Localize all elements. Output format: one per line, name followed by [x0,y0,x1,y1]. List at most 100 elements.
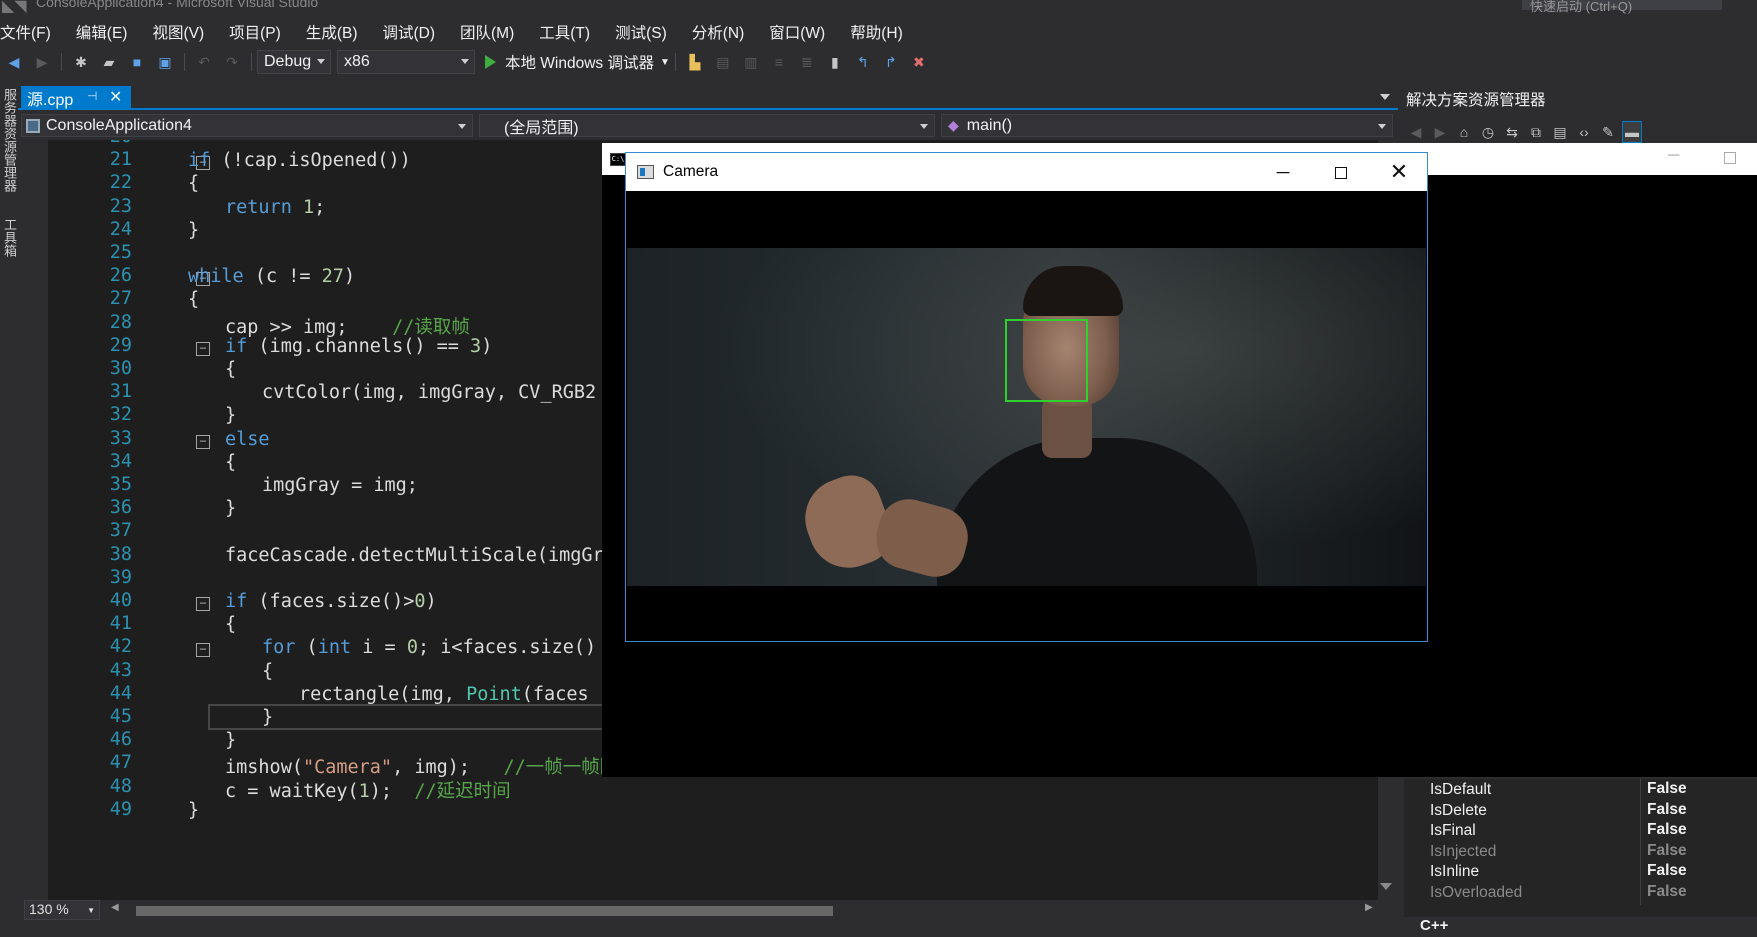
property-row[interactable]: IsOverloaded False [1404,882,1757,905]
save-icon[interactable]: ■ [126,51,148,73]
line-number: 42 [109,636,132,658]
show-all-files-icon[interactable]: ▤ [1550,121,1570,143]
title-bar: ◣◥ ConsoleApplication4 - Microsoft Visua… [0,0,1757,14]
menu-file[interactable]: 文件(F) [0,21,63,43]
menu-debug[interactable]: 调试(D) [369,21,447,43]
collapse-icon[interactable]: − [196,341,210,356]
maximize-icon[interactable] [1724,152,1736,164]
undo-icon[interactable]: ↶ [193,51,215,73]
toolbar-separator [674,53,676,71]
menu-project[interactable]: 项目(P) [216,21,293,43]
camera-video-frame [627,248,1426,586]
property-row[interactable]: IsFinal False [1404,820,1757,844]
property-value: False [1647,841,1687,859]
chevron-down-icon [457,124,466,129]
project-dropdown[interactable]: ConsoleApplication4 [21,114,473,137]
face-detection-rectangle [1005,319,1088,402]
sync-icon[interactable]: ⇆ [1502,121,1522,143]
menu-tools[interactable]: 工具(T) [526,21,602,43]
menu-analyze[interactable]: 分析(N) [679,21,757,43]
menu-test[interactable]: 测试(S) [602,21,679,43]
line-number: 46 [109,729,132,751]
menu-view[interactable]: 视图(V) [139,21,216,43]
collapse-all-icon[interactable]: ⧉ [1526,121,1546,143]
menu-build[interactable]: 生成(B) [293,21,370,43]
solution-platform-dropdown[interactable]: x86 [337,50,475,74]
previous-bookmark-icon[interactable]: ↰ [852,51,874,73]
forward-icon[interactable]: ▶ [1430,121,1450,143]
scope-dropdown[interactable]: (全局范围) [478,114,936,137]
line-number: 31 [109,381,132,403]
minimize-button[interactable]: ─ [1268,159,1298,185]
window-app-icon [637,165,654,179]
column-divider [1640,820,1641,844]
maximize-button[interactable] [1326,159,1356,185]
back-icon[interactable]: ◀ [1406,121,1426,143]
scroll-down-icon[interactable] [1380,883,1392,890]
tab-source-cpp[interactable]: 源.cpp ⊣ ✕ [21,86,131,110]
properties-icon[interactable]: ✎ [1598,121,1618,143]
member-dropdown[interactable]: ◆ main() [941,114,1393,137]
code-line[interactable]: 49} [48,799,1378,825]
tab-overflow-icon[interactable] [1380,94,1390,100]
property-value: False [1647,883,1687,900]
chevron-down-icon[interactable]: ▼ [660,57,670,68]
uncomment-icon[interactable]: ▥ [740,51,762,73]
forward-icon[interactable]: ▶ [31,51,53,73]
back-icon[interactable]: ◀ [3,51,25,73]
zoom-dropdown[interactable]: 130 % ▼ [24,900,100,920]
solution-configuration-dropdown[interactable]: Debug [257,50,331,74]
start-debugging-button[interactable]: 本地 Windows 调试器 ▼ [485,51,670,73]
comment-icon[interactable]: ▤ [712,51,734,73]
scrollbar-thumb[interactable] [136,906,833,916]
home-icon[interactable]: ⌂ [1454,121,1474,143]
document-tab-strip: 源.cpp ⊣ ✕ [18,86,1398,110]
property-row[interactable]: IsDefault False [1404,779,1757,802]
close-icon[interactable]: ✕ [109,87,122,107]
redo-icon[interactable]: ↷ [221,51,243,73]
new-project-icon[interactable]: ✱ [70,51,92,73]
menu-edit[interactable]: 编辑(E) [63,21,140,43]
code-text: { [225,451,237,473]
pin-icon[interactable]: ⊣ [87,89,97,103]
toolbox-tab[interactable]: 工具箱 [0,218,19,257]
save-all-icon[interactable]: ▣ [154,51,176,73]
menu-window[interactable]: 窗口(W) [756,21,837,43]
indent-icon[interactable]: ≣ [796,51,818,73]
outdent-icon[interactable]: ≡ [768,51,790,73]
window-title: ConsoleApplication4 - Microsoft Visual S… [36,0,319,10]
code-text: } [188,799,200,821]
property-row[interactable]: IsDelete False [1404,799,1757,823]
line-number: 29 [109,334,132,356]
bookmark-icon[interactable]: ▮ [824,51,846,73]
clear-bookmarks-icon[interactable]: ✖ [908,51,930,73]
quick-launch-input[interactable]: 快速启动 (Ctrl+Q) [1522,0,1722,14]
preview-icon[interactable]: ▬ [1622,121,1642,143]
platform-value: x86 [344,53,370,70]
minimize-icon[interactable]: ─ [1668,147,1679,165]
property-row[interactable]: IsInjected False [1404,840,1757,864]
find-in-files-icon[interactable]: ▙ [684,51,706,73]
next-bookmark-icon[interactable]: ↱ [880,51,902,73]
view-code-icon[interactable]: ‹› [1574,121,1594,143]
column-divider [1640,799,1641,823]
line-number: 43 [109,659,132,681]
menu-help[interactable]: 帮助(H) [837,21,915,43]
camera-window[interactable]: Camera ─ ✕ [625,152,1428,642]
collapse-icon[interactable]: − [196,643,210,658]
open-file-icon[interactable]: ▰ [98,51,120,73]
close-button[interactable]: ✕ [1384,159,1414,185]
collapse-icon[interactable]: − [196,597,210,611]
scroll-right-icon[interactable]: ▶ [1365,902,1373,913]
collapse-icon[interactable]: − [196,434,210,449]
line-number: 39 [109,566,132,588]
menu-team[interactable]: 团队(M) [447,21,526,43]
code-line[interactable]: 48 c = waitKey(1); //延迟时间 [48,776,1378,802]
scroll-left-icon[interactable]: ◀ [111,902,119,913]
toolbar-separator [61,53,62,71]
server-explorer-tab[interactable]: 服务器资源管理器 [0,88,19,192]
pending-changes-icon[interactable]: ◷ [1478,121,1498,143]
horizontal-scrollbar[interactable] [126,906,1376,916]
line-number: 40 [109,590,132,611]
property-row[interactable]: IsInline False [1404,861,1757,885]
